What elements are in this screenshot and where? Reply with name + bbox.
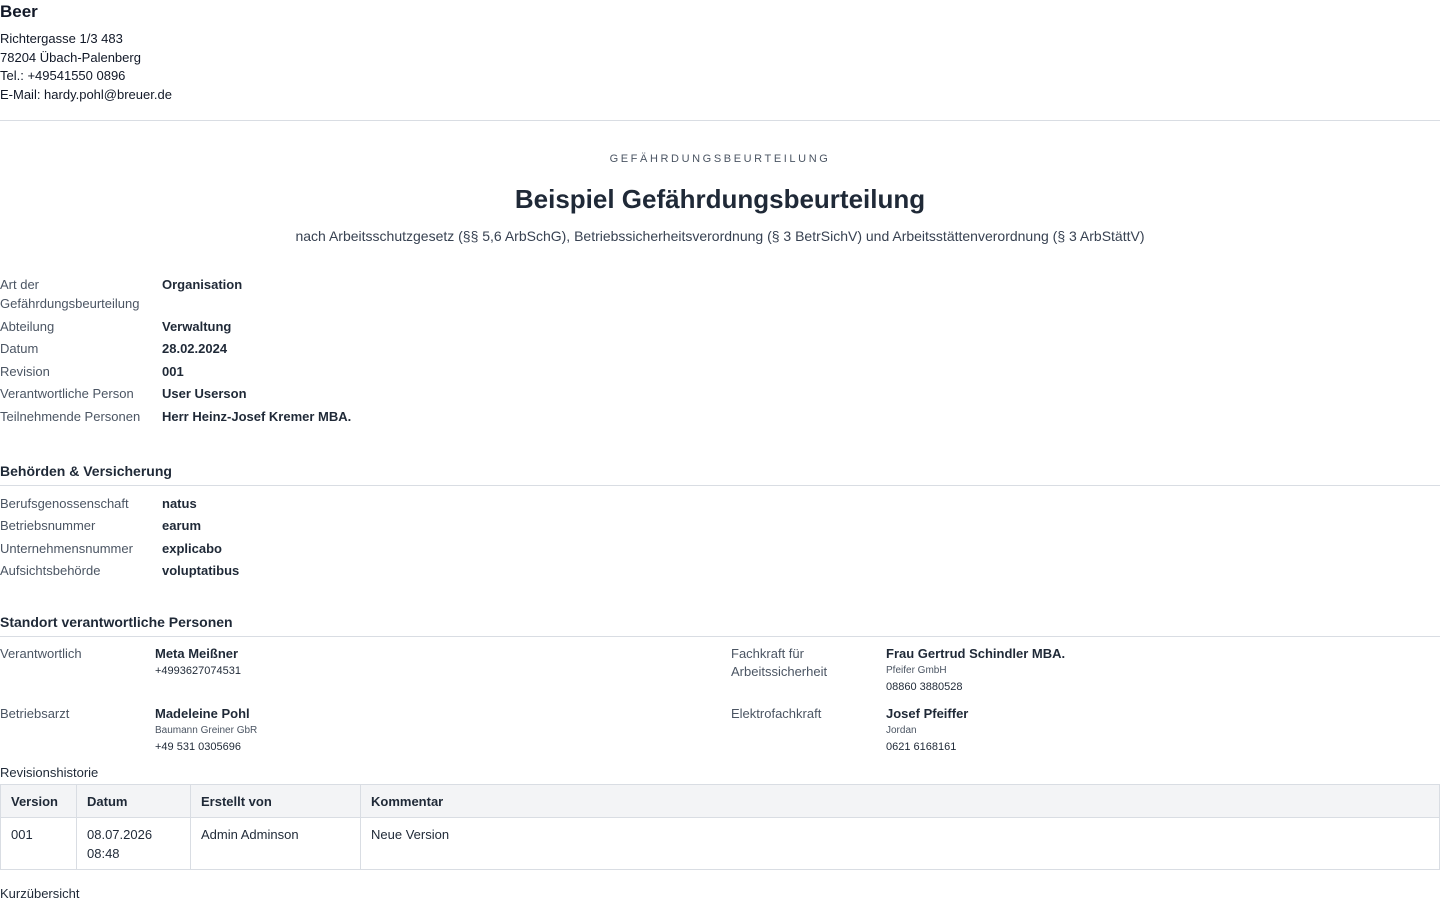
person-phone: 0621 6168161 xyxy=(886,741,957,754)
column-header-author: Erstellt von xyxy=(190,784,361,819)
person-role: Betriebsarzt xyxy=(0,706,70,722)
table-header-row: Version Datum Erstellt von Kommentar xyxy=(0,784,1440,819)
person-name: Josef Pfeiffer xyxy=(886,706,969,722)
company-street: Richtergasse 1/3 483 xyxy=(0,31,123,46)
company-email: E-Mail: hardy.pohl@breuer.de xyxy=(0,87,172,103)
meta-value: Herr Heinz-Josef Kremer MBA. xyxy=(162,408,352,424)
revision-history-table: Version Datum Erstellt von Kommentar 001… xyxy=(0,784,1440,871)
person-company: Baumann Greiner GbR xyxy=(155,725,258,737)
authority-label: Berufsgenossenschaft xyxy=(0,496,129,511)
document-title: Beispiel Gefährdungsbeurteilung xyxy=(514,184,926,214)
company-phone: Tel.: +49541550 0896 xyxy=(0,68,126,84)
person-phone: 08860 3880528 xyxy=(886,681,963,694)
cell-date: 08.07.2026 08:48 xyxy=(76,817,191,871)
authority-value: natus xyxy=(162,496,197,511)
person-name: Frau Gertrud Schindler MBA. xyxy=(886,646,1066,662)
document-subtitle: nach Arbeitsschutzgesetz (§§ 5,6 ArbSchG… xyxy=(295,228,1145,244)
person-name: Meta Meißner xyxy=(155,646,239,662)
meta-value: User Userson xyxy=(162,386,247,401)
cell-comment: Neue Version xyxy=(360,817,1440,871)
cell-date-day: 08.07.2026 xyxy=(87,827,153,843)
person-phone: +4993627074531 xyxy=(155,665,241,678)
authorities-list: Berufsgenossenschaft natus Betriebsnumme… xyxy=(0,494,1440,583)
meta-label: Datum xyxy=(0,341,39,356)
person-card: Betriebsarzt Madeleine Pohl Baumann Grei… xyxy=(0,705,731,765)
authority-value: voluptatibus xyxy=(162,562,240,578)
column-header-version: Version xyxy=(0,784,77,819)
meta-value: Organisation xyxy=(162,277,243,292)
cell-version: 001 xyxy=(0,817,77,871)
company-name: Beer xyxy=(0,2,38,21)
meta-label: Revision xyxy=(0,363,50,379)
meta-value: 001 xyxy=(162,363,184,379)
person-phone: +49 531 0305696 xyxy=(155,741,241,754)
cell-date-time: 08:48 xyxy=(87,846,120,862)
assessment-meta: Art der Gefährdungsbeurteilung Organisat… xyxy=(0,275,1440,429)
meta-value: Verwaltung xyxy=(162,318,232,334)
meta-label: Verantwortliche Person xyxy=(0,386,134,401)
column-header-date: Datum xyxy=(76,784,191,819)
meta-label: Teilnehmende Personen xyxy=(0,408,141,424)
document-type: GEFÄHRDUNGSBEURTEILUNG xyxy=(609,153,831,165)
person-company: Jordan xyxy=(886,725,917,737)
authority-value: explicabo xyxy=(162,540,222,556)
table-row: 001 08.07.2026 08:48 Admin Adminson Neue… xyxy=(0,817,1440,871)
company-header: Beer Richtergasse 1/3 483 78204 Übach-Pa… xyxy=(0,0,1440,120)
person-card: Verantwortlich Meta Meißner +49936270745… xyxy=(0,645,731,705)
persons-grid: Verantwortlich Meta Meißner +49936270745… xyxy=(0,645,1440,765)
person-role: Fachkraft für Arbeitssicherheit xyxy=(731,646,828,680)
authority-value: earum xyxy=(162,518,202,534)
person-role: Elektrofachkraft xyxy=(731,706,822,722)
person-name: Madeleine Pohl xyxy=(155,706,250,722)
person-role: Verantwortlich xyxy=(0,646,82,662)
authority-label: Betriebsnummer xyxy=(0,518,96,534)
revision-history-caption: Revisionshistorie xyxy=(0,765,99,781)
section-divider xyxy=(0,485,1440,486)
column-header-comment: Kommentar xyxy=(360,784,1440,819)
meta-label: Abteilung xyxy=(0,318,55,334)
company-city: 78204 Übach-Palenberg xyxy=(0,49,141,65)
cell-author: Admin Adminson xyxy=(190,817,361,871)
document-header: GEFÄHRDUNGSBEURTEILUNG Beispiel Gefährdu… xyxy=(0,121,1440,245)
person-company: Pfeifer GmbH xyxy=(886,665,947,677)
person-card: Fachkraft für Arbeitssicherheit Frau Ger… xyxy=(731,645,1440,705)
meta-value: 28.02.2024 xyxy=(162,341,228,356)
meta-label: Art der Gefährdungsbeurteilung xyxy=(0,277,140,311)
summary-caption: Kurzübersicht xyxy=(0,886,80,900)
authorities-section-title: Behörden & Versicherung xyxy=(0,463,172,479)
authority-label: Aufsichtsbehörde xyxy=(0,562,101,578)
section-divider xyxy=(0,636,1440,638)
authority-label: Unternehmensnummer xyxy=(0,540,133,556)
persons-section-title: Standort verantwortliche Personen xyxy=(0,614,233,631)
person-card: Elektrofachkraft Josef Pfeiffer Jordan 0… xyxy=(731,705,1440,765)
